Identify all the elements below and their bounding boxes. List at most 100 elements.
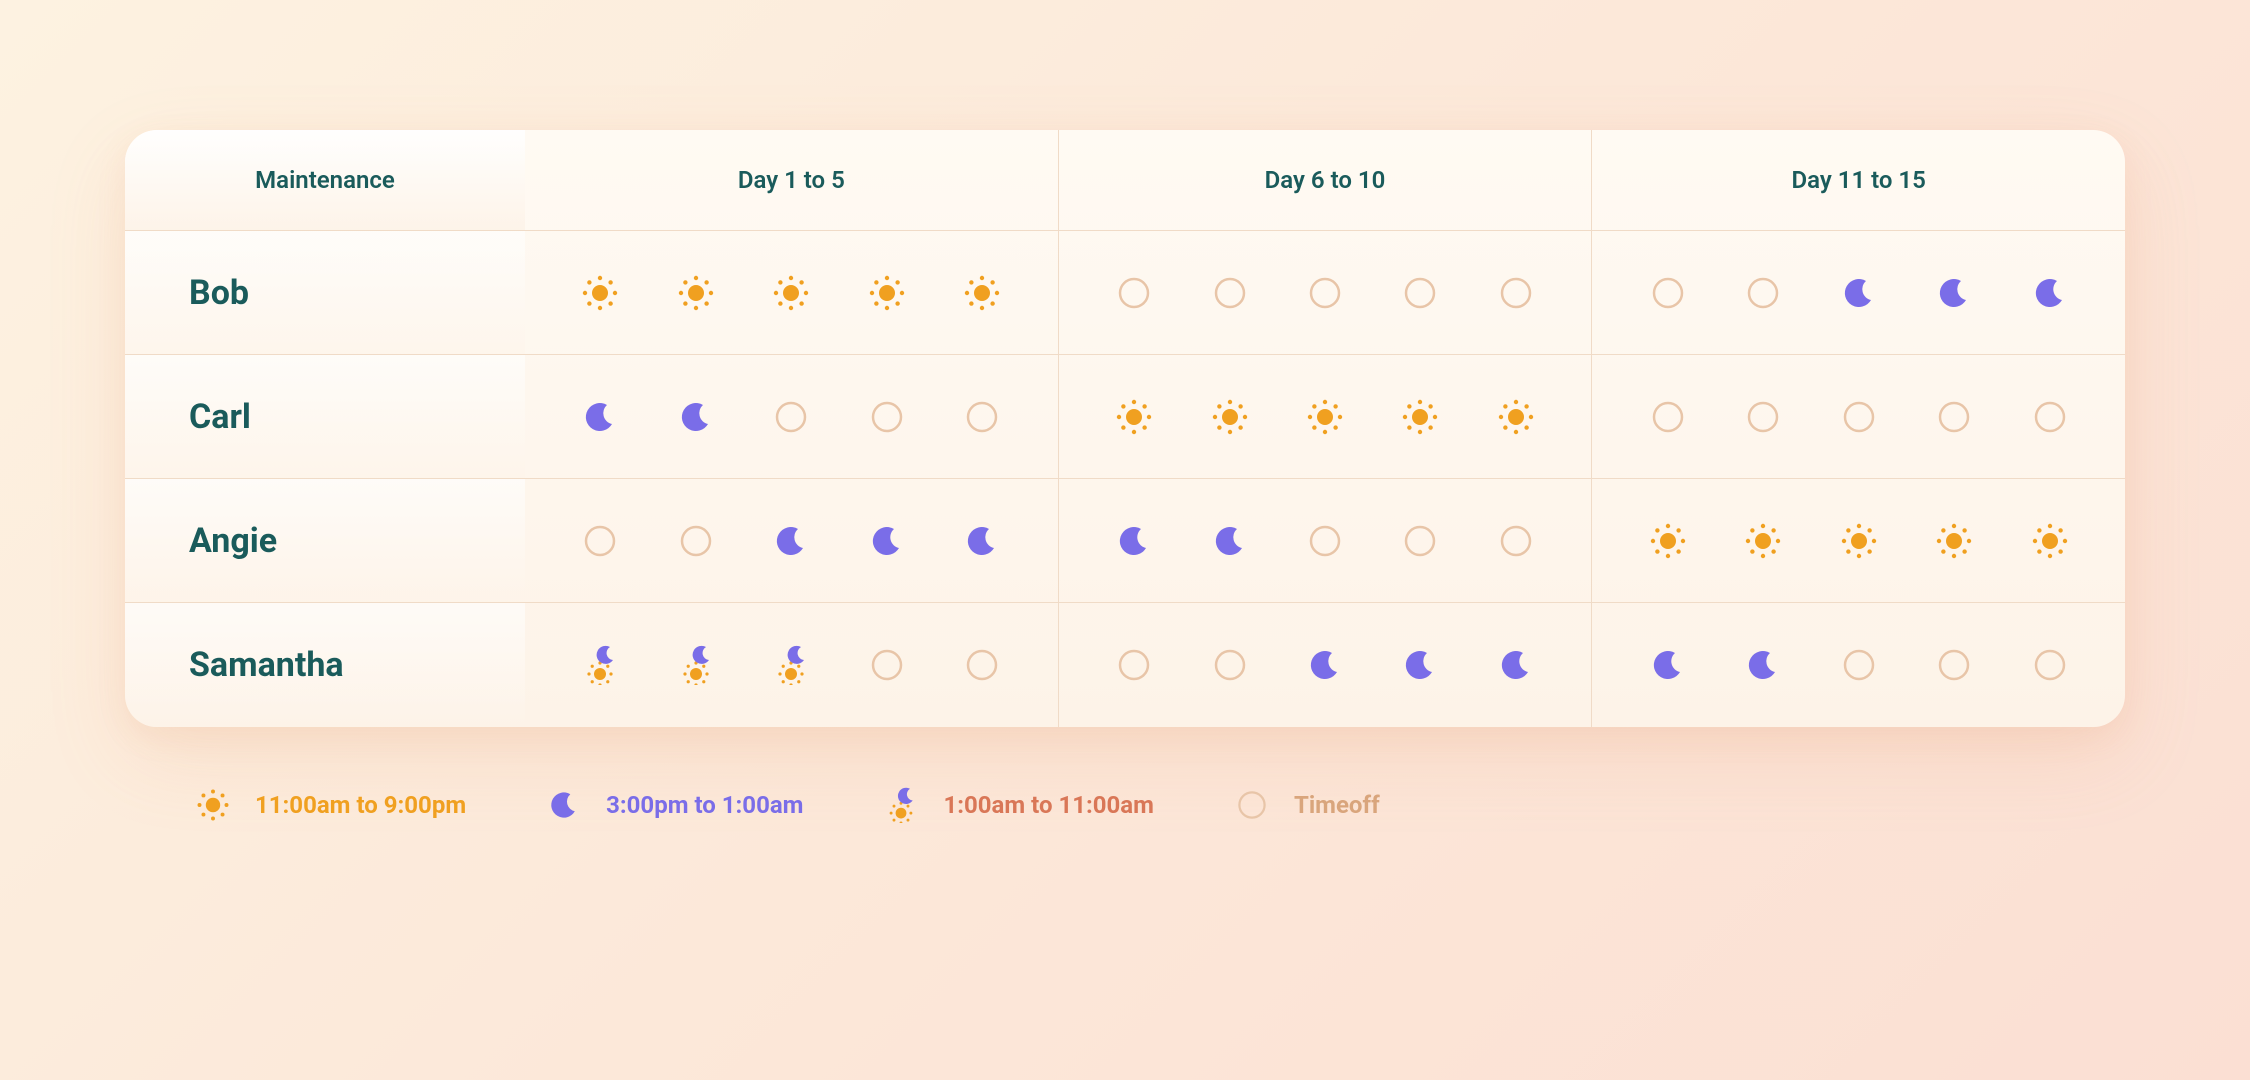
sun-icon bbox=[195, 787, 231, 823]
moon-icon[interactable] bbox=[676, 397, 716, 437]
sun-icon[interactable] bbox=[1210, 397, 1250, 437]
circle-icon[interactable] bbox=[1114, 273, 1154, 313]
period-group bbox=[1591, 603, 2125, 727]
moon-icon[interactable] bbox=[1114, 521, 1154, 561]
schedule-row: Bob bbox=[125, 231, 2125, 355]
employee-name: Angie bbox=[125, 479, 525, 602]
employee-name: Samantha bbox=[125, 603, 525, 727]
moon-icon[interactable] bbox=[2030, 273, 2070, 313]
legend-item-evening: 3:00pm to 1:00am bbox=[546, 787, 803, 823]
sun-moon-icon bbox=[883, 787, 919, 823]
schedule-card: Maintenance Day 1 to 5 Day 6 to 10 Day 1… bbox=[125, 130, 2125, 727]
moon-icon[interactable] bbox=[1305, 645, 1345, 685]
legend: 11:00am to 9:00pm 3:00pm to 1:00am 1:00a… bbox=[125, 727, 2125, 823]
circle-icon[interactable] bbox=[1934, 397, 1974, 437]
sun-icon[interactable] bbox=[1400, 397, 1440, 437]
circle-icon[interactable] bbox=[1743, 273, 1783, 313]
circle-icon[interactable] bbox=[962, 645, 1002, 685]
moon-icon[interactable] bbox=[1210, 521, 1250, 561]
circle-icon[interactable] bbox=[962, 397, 1002, 437]
legend-label: 11:00am to 9:00pm bbox=[255, 791, 466, 819]
period-group bbox=[1591, 231, 2125, 354]
moon-icon[interactable] bbox=[1648, 645, 1688, 685]
moon-icon[interactable] bbox=[962, 521, 1002, 561]
period-label: Day 6 to 10 bbox=[1265, 166, 1386, 194]
sun-icon[interactable] bbox=[962, 273, 1002, 313]
circle-icon[interactable] bbox=[1839, 397, 1879, 437]
period-group bbox=[1591, 479, 2125, 602]
schedule-row: Samantha bbox=[125, 603, 2125, 727]
circle-icon[interactable] bbox=[1648, 273, 1688, 313]
sun-icon[interactable] bbox=[1934, 521, 1974, 561]
sun-moon-icon[interactable] bbox=[771, 645, 811, 685]
period-group bbox=[525, 355, 1058, 478]
period-group bbox=[1058, 355, 1592, 478]
circle-icon[interactable] bbox=[1400, 273, 1440, 313]
legend-label: Timeoff bbox=[1294, 791, 1380, 819]
sun-icon[interactable] bbox=[771, 273, 811, 313]
period-group bbox=[1058, 603, 1592, 727]
sun-icon[interactable] bbox=[1305, 397, 1345, 437]
moon-icon[interactable] bbox=[580, 397, 620, 437]
moon-icon[interactable] bbox=[1496, 645, 1536, 685]
moon-icon[interactable] bbox=[867, 521, 907, 561]
circle-icon[interactable] bbox=[1210, 645, 1250, 685]
sun-icon[interactable] bbox=[1114, 397, 1154, 437]
sun-icon[interactable] bbox=[580, 273, 620, 313]
circle-icon[interactable] bbox=[676, 521, 716, 561]
circle-icon[interactable] bbox=[1839, 645, 1879, 685]
moon-icon[interactable] bbox=[771, 521, 811, 561]
sun-icon[interactable] bbox=[1839, 521, 1879, 561]
circle-icon[interactable] bbox=[1496, 273, 1536, 313]
circle-icon[interactable] bbox=[1305, 521, 1345, 561]
circle-icon[interactable] bbox=[867, 645, 907, 685]
legend-item-timeoff: Timeoff bbox=[1234, 787, 1380, 823]
circle-icon[interactable] bbox=[580, 521, 620, 561]
sun-icon[interactable] bbox=[1743, 521, 1783, 561]
sun-icon[interactable] bbox=[1496, 397, 1536, 437]
sun-icon[interactable] bbox=[1648, 521, 1688, 561]
circle-icon[interactable] bbox=[1210, 273, 1250, 313]
circle-icon[interactable] bbox=[2030, 645, 2070, 685]
period-group bbox=[1058, 231, 1592, 354]
title-text: Maintenance bbox=[255, 166, 395, 194]
circle-icon[interactable] bbox=[1934, 645, 1974, 685]
sun-icon[interactable] bbox=[676, 273, 716, 313]
moon-icon[interactable] bbox=[1743, 645, 1783, 685]
period-header-1: Day 1 to 5 bbox=[525, 130, 1058, 230]
periods-header: Day 1 to 5 Day 6 to 10 Day 11 to 15 bbox=[525, 130, 2125, 230]
circle-icon[interactable] bbox=[1743, 397, 1783, 437]
days-wrap bbox=[525, 603, 2125, 727]
moon-icon[interactable] bbox=[1934, 273, 1974, 313]
circle-icon[interactable] bbox=[1400, 521, 1440, 561]
period-group bbox=[525, 603, 1058, 727]
circle-icon[interactable] bbox=[1496, 521, 1536, 561]
legend-item-day: 11:00am to 9:00pm bbox=[195, 787, 466, 823]
circle-icon[interactable] bbox=[1305, 273, 1345, 313]
circle-icon[interactable] bbox=[771, 397, 811, 437]
period-label: Day 1 to 5 bbox=[738, 166, 845, 194]
schedule-row: Carl bbox=[125, 355, 2125, 479]
employee-name: Carl bbox=[125, 355, 525, 478]
days-wrap bbox=[525, 231, 2125, 354]
header-row: Maintenance Day 1 to 5 Day 6 to 10 Day 1… bbox=[125, 130, 2125, 231]
moon-icon[interactable] bbox=[1400, 645, 1440, 685]
period-header-2: Day 6 to 10 bbox=[1058, 130, 1592, 230]
sun-icon[interactable] bbox=[867, 273, 907, 313]
legend-item-night: 1:00am to 11:00am bbox=[883, 787, 1153, 823]
circle-icon[interactable] bbox=[2030, 397, 2070, 437]
circle-icon bbox=[1234, 787, 1270, 823]
period-group bbox=[525, 479, 1058, 602]
legend-label: 3:00pm to 1:00am bbox=[606, 791, 803, 819]
schedule-body: BobCarlAngieSamantha bbox=[125, 231, 2125, 727]
circle-icon[interactable] bbox=[1114, 645, 1154, 685]
sun-moon-icon[interactable] bbox=[676, 645, 716, 685]
moon-icon[interactable] bbox=[1839, 273, 1879, 313]
employee-name: Bob bbox=[125, 231, 525, 354]
days-wrap bbox=[525, 355, 2125, 478]
period-group bbox=[525, 231, 1058, 354]
sun-icon[interactable] bbox=[2030, 521, 2070, 561]
circle-icon[interactable] bbox=[867, 397, 907, 437]
sun-moon-icon[interactable] bbox=[580, 645, 620, 685]
circle-icon[interactable] bbox=[1648, 397, 1688, 437]
